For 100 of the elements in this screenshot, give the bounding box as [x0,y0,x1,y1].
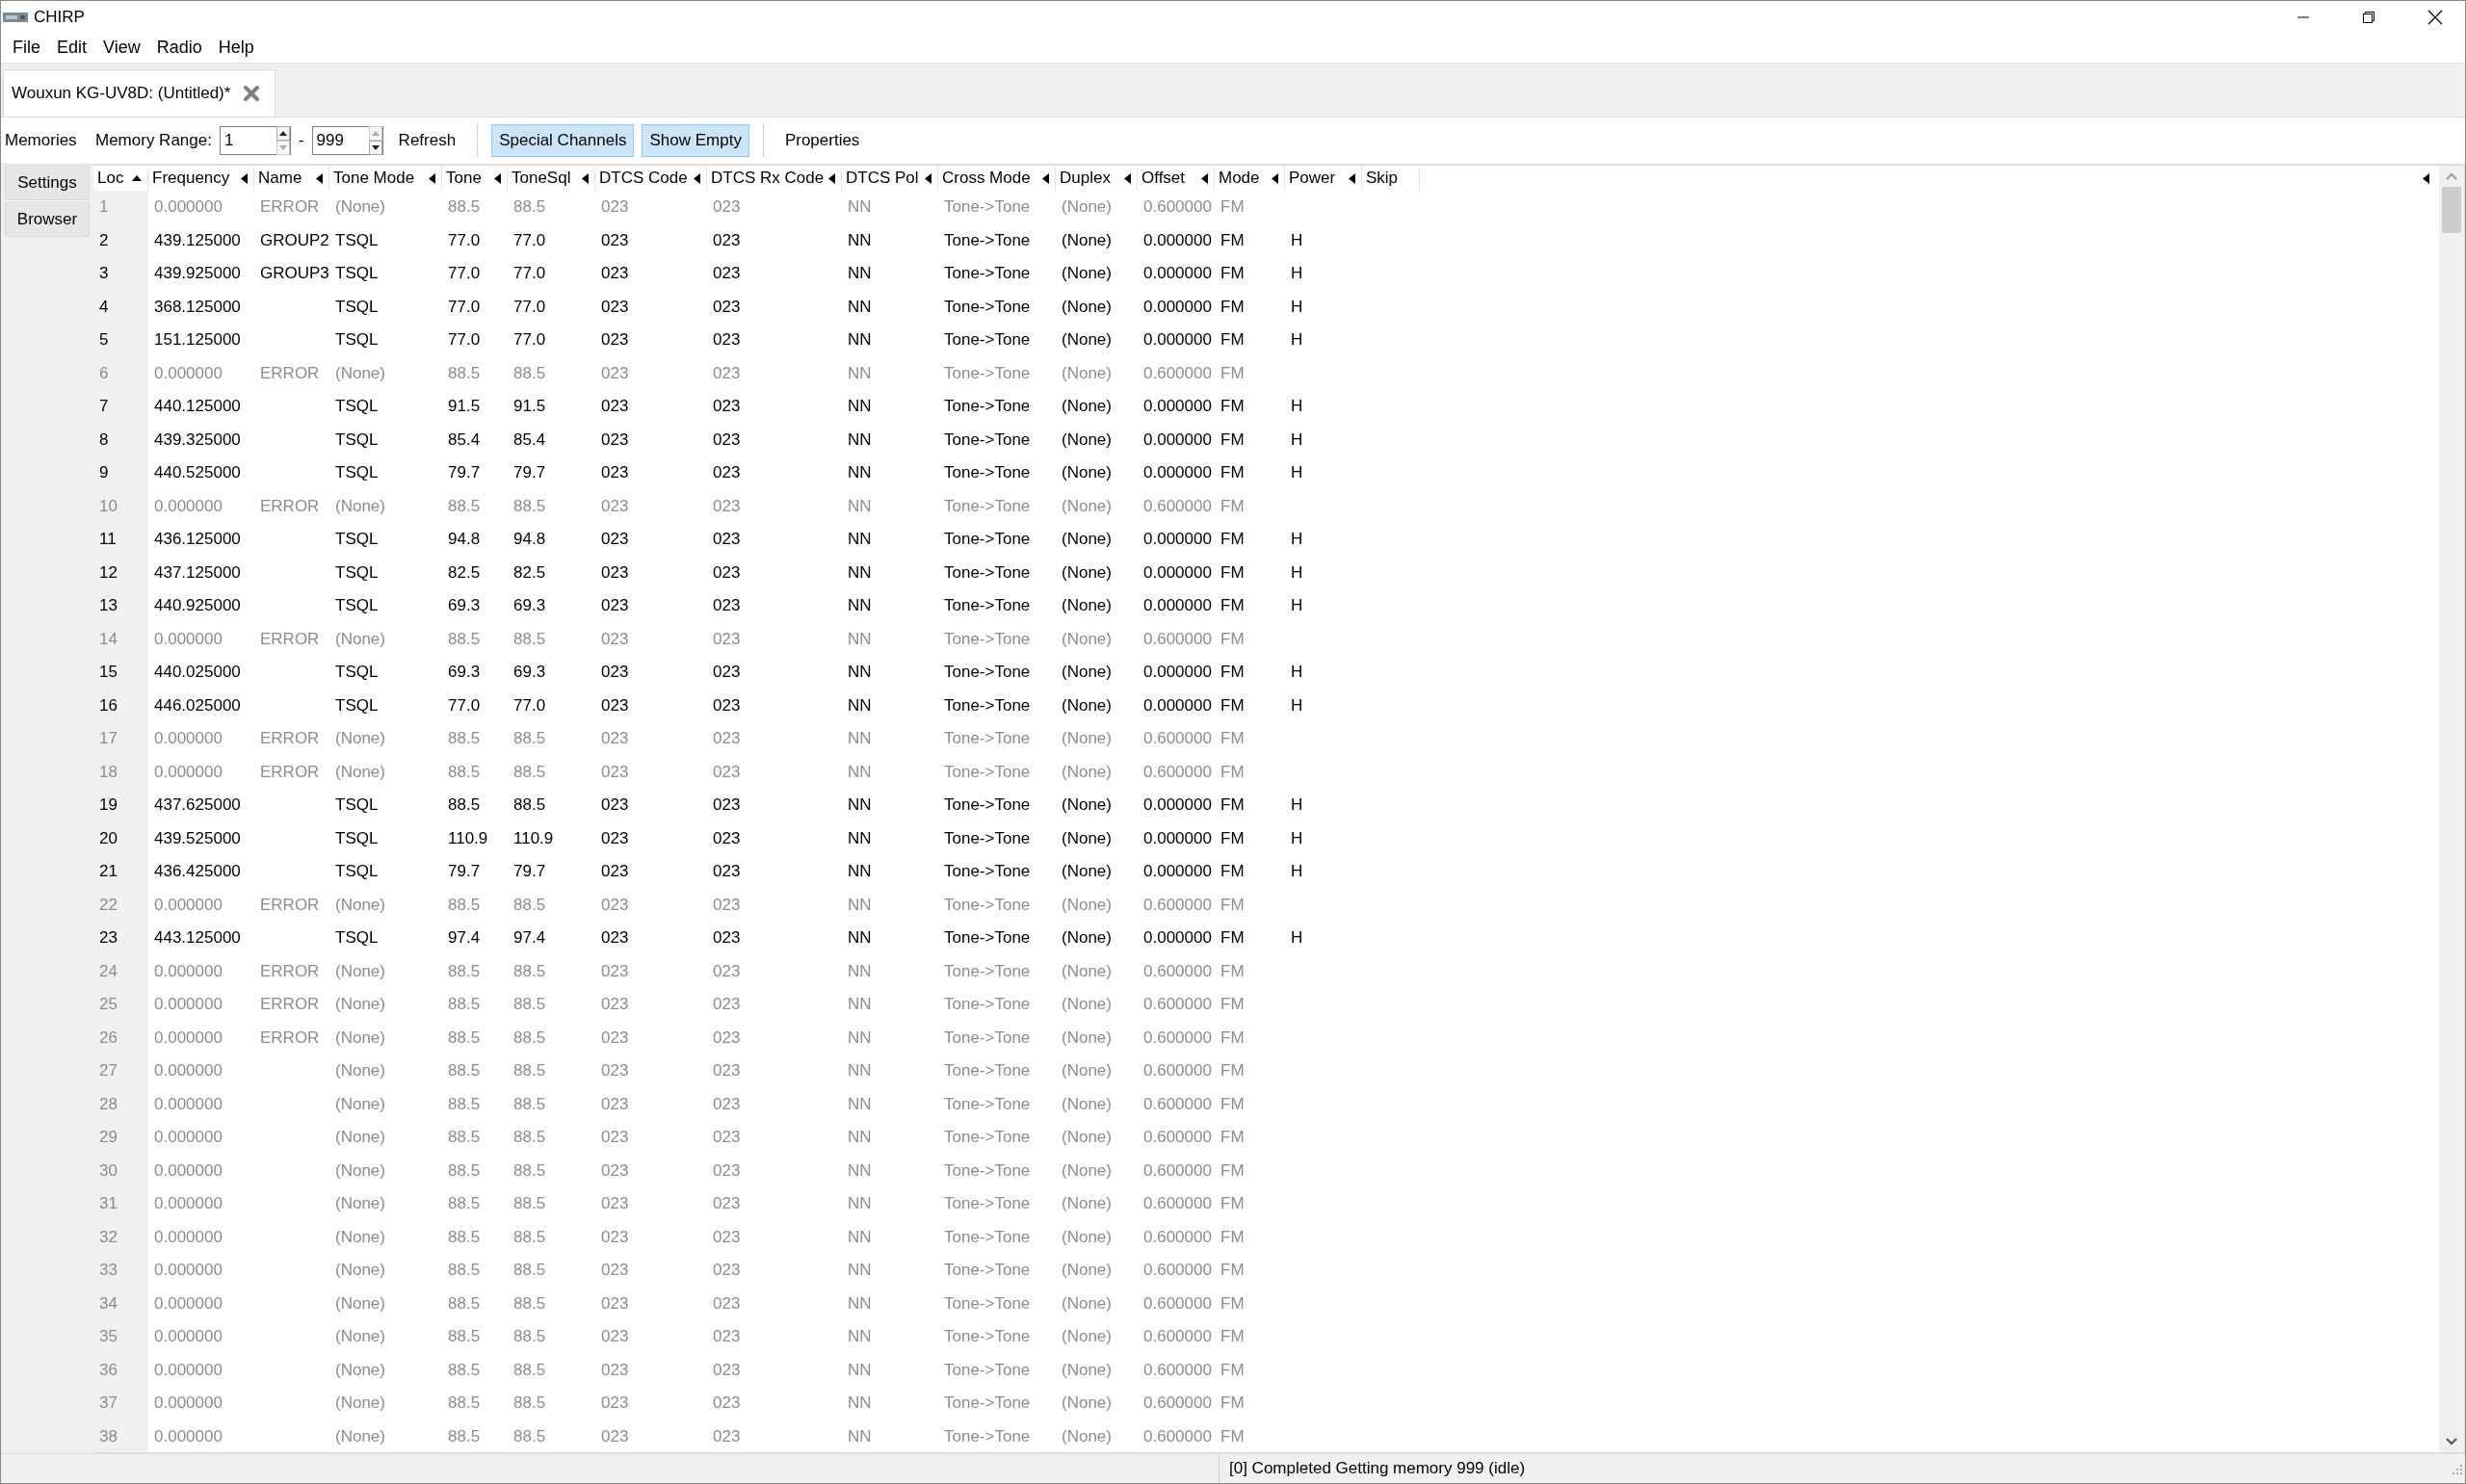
column-header[interactable]: DTCS Pol [842,166,938,191]
table-cell: TSQL [335,530,379,550]
table-cell: FM [1220,1094,1245,1114]
table-cell: 023 [713,430,741,450]
table-cell: (None) [335,363,385,383]
column-header[interactable]: Mode [1215,166,1285,191]
menu-item[interactable]: Help [210,38,263,58]
sort-arrow-icon [494,172,501,184]
scroll-up-icon[interactable] [2445,171,2458,181]
column-header[interactable]: Duplex [1056,166,1138,191]
table-cell: Tone->Tone [944,862,1031,882]
table-cell: 0.000000 [154,1128,223,1148]
side-tab[interactable]: Browser [5,202,90,237]
table-cell: 0.600000 [1143,895,1212,915]
table-cell: 023 [601,1094,629,1114]
table-cell: 38 [99,1426,118,1446]
scroll-down-icon[interactable] [2445,1437,2458,1446]
table-cell: GROUP3 [260,264,329,284]
scrollbar-thumb[interactable] [2442,187,2461,233]
table-cell: 0.000000 [1143,297,1212,317]
table-cell: 0.000000 [154,729,223,749]
column-header[interactable]: Cross Mode [938,166,1056,191]
table-cell: 0.600000 [1143,995,1212,1015]
menu-item[interactable]: Radio [148,38,211,58]
table-cell: FM [1220,1160,1245,1181]
table-cell: Tone->Tone [944,1128,1031,1148]
menu-item[interactable]: View [95,38,149,58]
column-header[interactable]: Offset [1138,166,1215,191]
table-cell: TSQL [335,695,379,716]
column-header[interactable]: Name [254,166,329,191]
menu-item[interactable]: File [5,38,49,58]
table-cell: (None) [335,895,385,915]
spin-arrows-icon[interactable] [368,126,382,155]
sort-arrow-icon [1124,172,1131,184]
restore-icon[interactable] [2361,9,2376,25]
column-header[interactable]: DTCS Rx Code [707,166,842,191]
table-cell: 443.125000 [154,928,241,949]
spin-arrows-icon[interactable] [275,126,290,155]
table-cell: Tone->Tone [944,1094,1031,1114]
table-cell: FM [1220,928,1245,949]
table-cell: FM [1220,430,1245,450]
column-header[interactable]: Tone Mode [329,166,442,191]
table-cell: (None) [1062,928,1112,949]
table-cell: (None) [1062,1261,1112,1281]
table-cell: 14 [99,629,118,649]
range-start-field[interactable]: 1 [219,126,291,155]
column-header[interactable]: Skip [1362,166,1420,191]
table-cell: (None) [1062,463,1112,483]
range-separator: - [298,131,304,150]
table-cell: NN [848,1293,872,1314]
table-cell: Tone->Tone [944,264,1031,284]
table-cell: FM [1220,729,1245,749]
table-cell: Tone->Tone [944,197,1031,218]
refresh-button[interactable]: Refresh [390,124,464,157]
table-cell: 9 [99,463,109,483]
table-cell: NN [848,397,872,417]
table-cell: (None) [1062,330,1112,351]
table-cell: 94.8 [448,530,481,550]
column-header[interactable]: ToneSql [508,166,595,191]
vertical-scrollbar[interactable] [2439,166,2464,1452]
table-cell: 023 [713,197,741,218]
table-cell: NN [848,330,872,351]
menu-item[interactable]: Edit [49,38,96,58]
column-header[interactable]: DTCS Code [595,166,707,191]
table-cell: 88.5 [448,1261,481,1281]
table-cell: 88.5 [448,1061,481,1081]
table-cell: TSQL [335,562,379,583]
table-cell: TSQL [335,230,379,250]
table-cell: FM [1220,795,1245,816]
table-cell: FM [1220,1128,1245,1148]
range-end-field[interactable]: 999 [311,126,383,155]
table-cell: 0.600000 [1143,1327,1212,1347]
side-tab[interactable]: Memories [1,117,93,165]
toggle-button[interactable]: Special Channels [491,124,635,157]
column-header[interactable]: Frequency [148,166,254,191]
table-cell: 023 [601,862,629,882]
table-cell: 0.000000 [1143,663,1212,683]
side-tab[interactable]: Settings [5,166,90,200]
column-header[interactable]: Tone [442,166,508,191]
table-cell: 0.000000 [154,1227,223,1247]
toggle-button[interactable]: Show Empty [642,124,749,157]
properties-button[interactable]: Properties [776,124,868,157]
table-cell: (None) [335,762,385,782]
table-cell: 0.600000 [1143,1293,1212,1314]
table-cell: 439.925000 [154,264,241,284]
column-header[interactable]: Power [1285,166,1362,191]
file-tab[interactable]: Wouxun KG-UV8D: (Untitled)* [3,69,276,117]
resize-grip-icon[interactable] [2450,1462,2463,1475]
table-cell: 0.000000 [1143,397,1212,417]
table-cell: 26 [99,1028,118,1048]
table-cell: 88.5 [448,961,481,981]
table-cell: 20 [99,828,118,848]
table-cell: 023 [601,695,629,716]
table-cell: FM [1220,663,1245,683]
table-cell: 37 [99,1393,118,1414]
table-cell: NN [848,663,872,683]
table-cell: TSQL [335,862,379,882]
table-cell: (None) [1062,1194,1112,1214]
table-cell: 023 [601,895,629,915]
close-icon[interactable] [2427,8,2444,26]
